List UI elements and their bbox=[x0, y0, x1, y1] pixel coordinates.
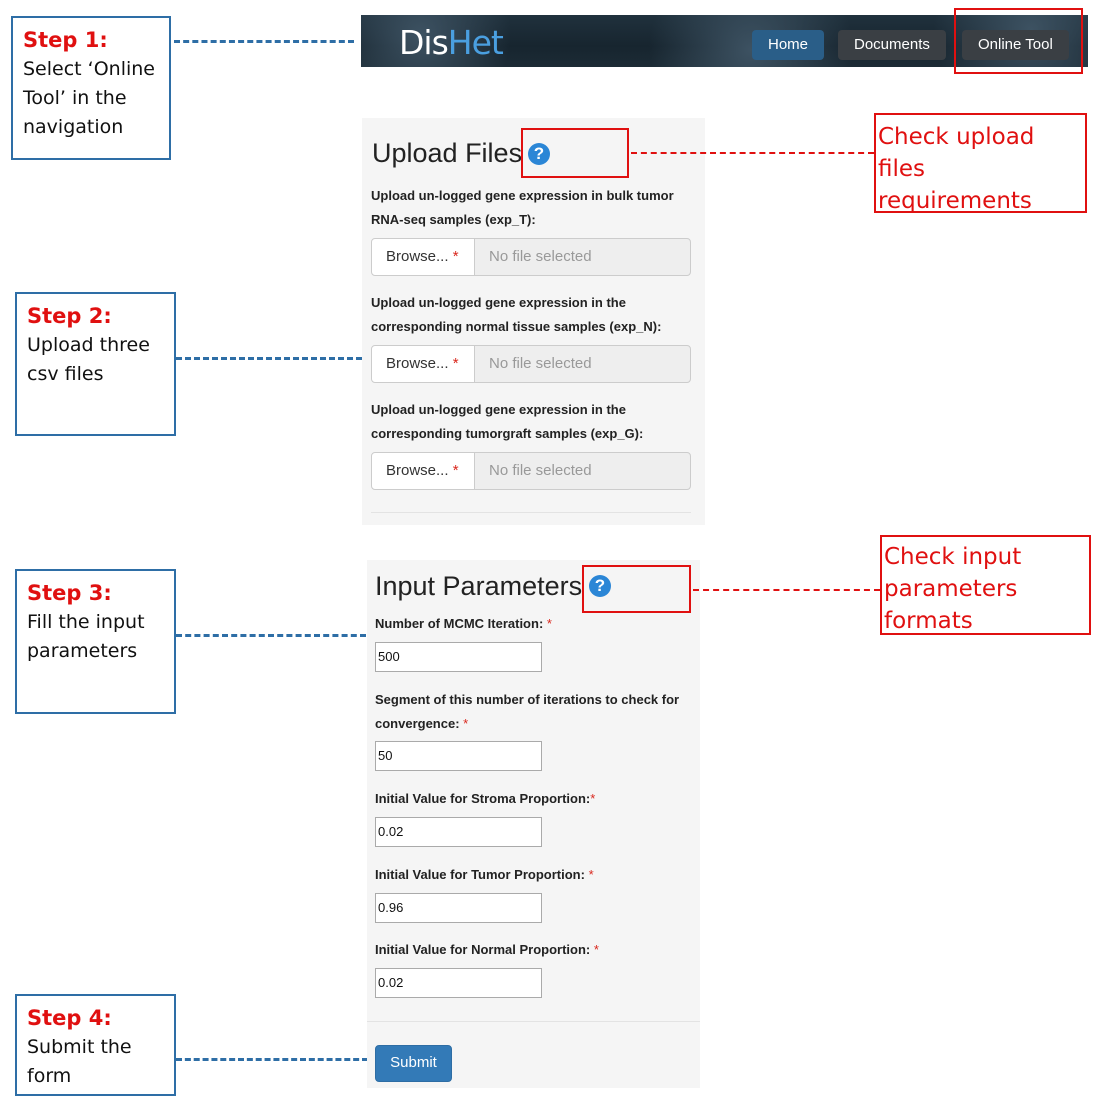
required-mark: * bbox=[593, 942, 599, 957]
step-1-connector bbox=[174, 40, 354, 43]
step-3-title: Step 3: bbox=[27, 581, 112, 605]
exp-g-file-input[interactable]: Browse... * No file selected bbox=[371, 452, 691, 490]
exp-t-label-line1: Upload un-logged gene expression in bulk… bbox=[371, 188, 674, 203]
upload-files-title: Upload Files bbox=[372, 138, 523, 168]
tumor-proportion-label-text: Initial Value for Tumor Proportion: bbox=[375, 867, 585, 882]
exp-g-label: Upload un-logged gene expression in the … bbox=[371, 398, 643, 446]
required-mark: * bbox=[546, 616, 552, 631]
required-mark: * bbox=[588, 867, 594, 882]
exp-n-label: Upload un-logged gene expression in the … bbox=[371, 291, 661, 339]
required-mark: * bbox=[590, 791, 596, 806]
tumor-proportion-input[interactable]: 0.96 bbox=[375, 893, 542, 923]
upload-note-line2: requirements bbox=[878, 188, 1032, 214]
normal-proportion-input[interactable]: 0.02 bbox=[375, 968, 542, 998]
params-note-box: Check input parameters formats bbox=[880, 535, 1091, 635]
upload-note-connector bbox=[631, 152, 874, 154]
normal-proportion-label: Initial Value for Normal Proportion: * bbox=[375, 938, 599, 962]
required-mark: * bbox=[463, 716, 469, 731]
stroma-proportion-input[interactable]: 0.02 bbox=[375, 817, 542, 847]
divider bbox=[371, 512, 691, 513]
step-3-box: Step 3: Fill the input parameters bbox=[15, 569, 176, 714]
nav-home[interactable]: Home bbox=[752, 30, 825, 60]
exp-g-browse-button[interactable]: Browse... * bbox=[371, 452, 475, 490]
step-2-description: Upload three csv files bbox=[27, 334, 150, 385]
segment-input[interactable]: 50 bbox=[375, 741, 542, 771]
required-mark: * bbox=[452, 355, 459, 372]
mcmc-iteration-label: Number of MCMC Iteration: * bbox=[375, 612, 552, 636]
params-note-connector bbox=[693, 589, 880, 591]
exp-t-filename: No file selected bbox=[474, 238, 691, 276]
browse-label: Browse... bbox=[386, 355, 449, 372]
stroma-proportion-label-text: Initial Value for Stroma Proportion: bbox=[375, 791, 591, 806]
exp-g-filename: No file selected bbox=[474, 452, 691, 490]
online-tool-highlight bbox=[954, 8, 1083, 74]
required-mark: * bbox=[452, 248, 459, 265]
step-1-box: Step 1: Select ‘Online Tool’ in the navi… bbox=[11, 16, 171, 160]
upload-files-panel: Upload Files ? Upload un-logged gene exp… bbox=[362, 118, 705, 525]
exp-t-file-input[interactable]: Browse... * No file selected bbox=[371, 238, 691, 276]
browse-label: Browse... bbox=[386, 462, 449, 479]
params-note-text: Check input parameters formats bbox=[882, 537, 1089, 637]
submit-button[interactable]: Submit bbox=[375, 1045, 452, 1082]
nav-documents[interactable]: Documents bbox=[838, 30, 946, 60]
step-2-box: Step 2: Upload three csv files bbox=[15, 292, 176, 436]
exp-n-file-input[interactable]: Browse... * No file selected bbox=[371, 345, 691, 383]
step-4-box: Step 4: Submit the form bbox=[15, 994, 176, 1096]
required-mark: * bbox=[452, 462, 459, 479]
normal-proportion-label-text: Initial Value for Normal Proportion: bbox=[375, 942, 591, 957]
divider bbox=[367, 1021, 700, 1022]
step-1-title: Step 1: bbox=[23, 28, 108, 52]
upload-note-text: Check upload files requirements bbox=[876, 115, 1085, 217]
exp-n-label-line1: Upload un-logged gene expression in the bbox=[371, 295, 626, 310]
step-4-description: Submit the form bbox=[27, 1036, 132, 1087]
browse-label: Browse... bbox=[386, 248, 449, 265]
tumor-proportion-label: Initial Value for Tumor Proportion: * bbox=[375, 863, 594, 887]
exp-g-label-line2: corresponding tumorgraft samples (exp_G)… bbox=[371, 426, 644, 441]
params-help-highlight bbox=[582, 565, 691, 613]
step-2-connector bbox=[176, 357, 362, 360]
segment-label-line1: Segment of this number of iterations to … bbox=[375, 692, 680, 707]
params-note-line1: Check input bbox=[884, 544, 1022, 570]
exp-n-label-line2: corresponding normal tissue samples (exp… bbox=[371, 319, 662, 334]
input-parameters-panel: Input Parameters ? Number of MCMC Iterat… bbox=[367, 560, 700, 1088]
stroma-proportion-label: Initial Value for Stroma Proportion:* bbox=[375, 787, 595, 811]
input-parameters-title: Input Parameters bbox=[375, 571, 583, 601]
exp-t-label-line2: RNA-seq samples (exp_T): bbox=[371, 212, 536, 227]
exp-n-browse-button[interactable]: Browse... * bbox=[371, 345, 475, 383]
logo-part-1: Dis bbox=[399, 23, 449, 62]
dishet-logo[interactable]: DisHet bbox=[399, 23, 504, 63]
exp-t-label: Upload un-logged gene expression in bulk… bbox=[371, 184, 674, 232]
segment-label: Segment of this number of iterations to … bbox=[375, 688, 679, 736]
step-3-description: Fill the input parameters bbox=[27, 611, 145, 662]
upload-note-box: Check upload files requirements bbox=[874, 113, 1087, 214]
upload-help-highlight bbox=[521, 128, 629, 178]
logo-part-2: Het bbox=[447, 23, 504, 62]
params-note-line2: parameters bbox=[884, 576, 1018, 602]
step-3-connector bbox=[176, 634, 366, 637]
step-4-connector bbox=[176, 1058, 368, 1061]
step-2-title: Step 2: bbox=[27, 304, 112, 328]
step-1-description: Select ‘Online Tool’ in the navigation bbox=[23, 58, 155, 138]
upload-note-line1: Check upload files bbox=[878, 124, 1035, 182]
exp-n-filename: No file selected bbox=[474, 345, 691, 383]
mcmc-iteration-label-text: Number of MCMC Iteration: bbox=[375, 616, 544, 631]
segment-label-line2: convergence: bbox=[375, 716, 460, 731]
step-4-title: Step 4: bbox=[27, 1006, 112, 1030]
params-note-line3: formats bbox=[884, 608, 973, 634]
mcmc-iteration-input[interactable]: 500 bbox=[375, 642, 542, 672]
exp-g-label-line1: Upload un-logged gene expression in the bbox=[371, 402, 626, 417]
exp-t-browse-button[interactable]: Browse... * bbox=[371, 238, 475, 276]
